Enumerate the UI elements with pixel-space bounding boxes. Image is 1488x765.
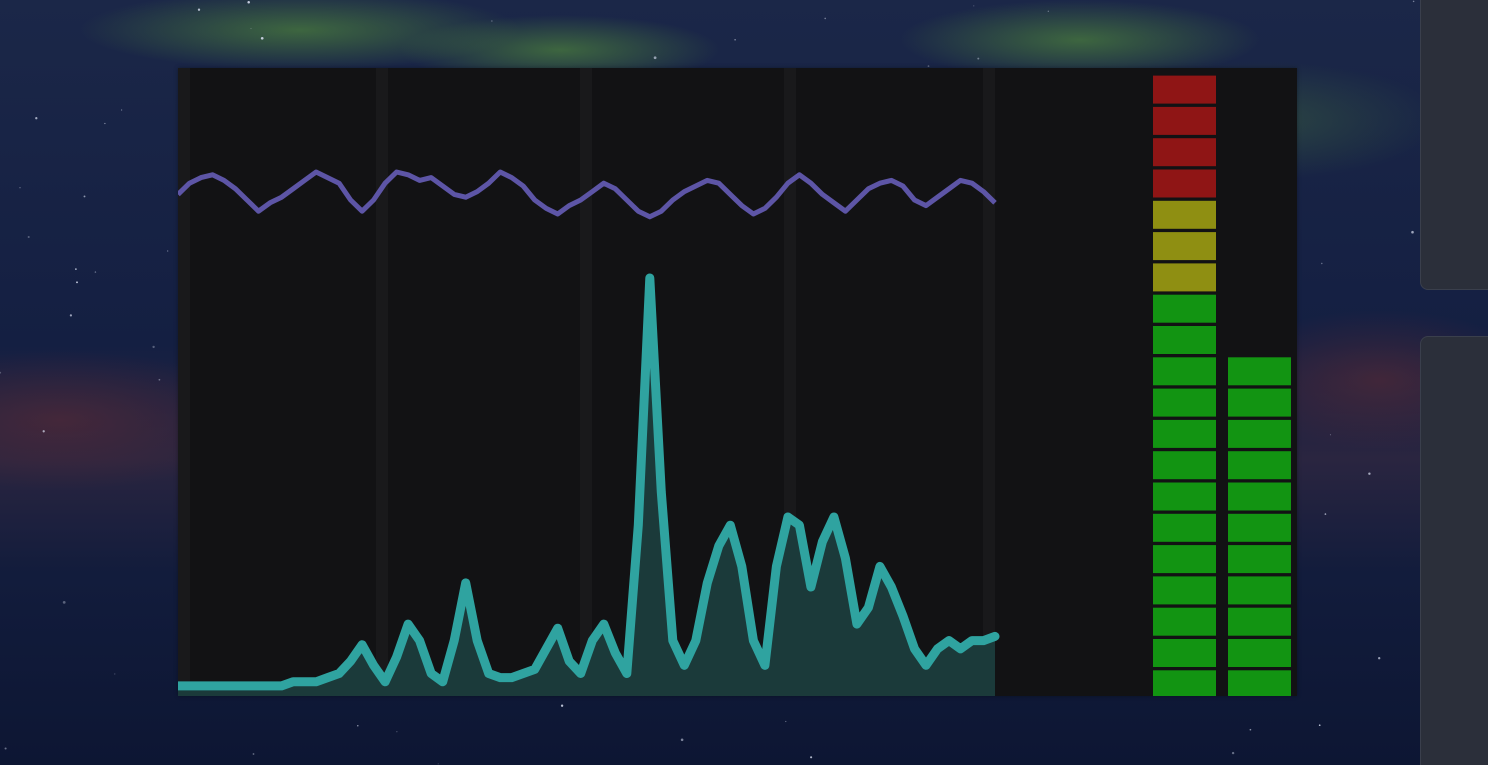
star [62,601,66,604]
meter-1-segment-16 [1153,200,1216,229]
meter-2-segment-4 [1228,576,1291,605]
star [491,20,493,22]
meter-1-segment-13 [1153,294,1216,323]
star [1378,657,1381,660]
star [94,271,97,273]
meter-1-segment-17 [1153,169,1216,198]
star [1412,0,1415,3]
star [120,109,123,111]
star [1318,724,1321,727]
meter-1-segment-9 [1153,419,1216,448]
meter-2-segment-2 [1228,639,1291,667]
meter-1-segment-11 [1153,357,1216,386]
star [27,235,30,239]
meter-1-segment-20 [1153,75,1216,104]
star [1321,262,1323,265]
star [19,187,21,189]
star [260,36,264,40]
meter-2-segment-7 [1228,482,1291,511]
meter-1-segment-5 [1153,545,1216,574]
column-shade-2 [376,68,388,696]
meter-2-segment-3 [1228,607,1291,636]
star [357,725,359,727]
star [247,1,250,4]
star [152,345,155,349]
star [1368,472,1371,475]
level-meter-1 [1153,75,1216,696]
star [35,117,38,120]
star [1231,751,1235,755]
star [734,39,736,41]
star [680,738,684,742]
star [42,430,45,433]
meter-1-segment-14 [1153,263,1216,292]
side-panel-card-bottom [1420,336,1488,765]
star [396,731,398,733]
meter-1-segment-2 [1153,639,1216,667]
meter-2-segment-1 [1228,670,1291,696]
star [927,65,930,67]
star [252,753,255,755]
star [560,704,564,707]
star [1324,513,1327,515]
star [4,747,7,750]
star [437,763,439,765]
column-shade-1 [178,68,190,696]
meter-2-segment-11 [1228,357,1291,386]
star [977,57,980,60]
audio-visualizer-panel [178,68,1297,696]
meter-1-segment-15 [1153,232,1216,261]
star [69,314,73,317]
star [824,17,826,20]
column-shade-3 [580,68,592,696]
meter-1-segment-8 [1153,451,1216,480]
meter-2-segment-10 [1228,388,1291,417]
star [810,756,813,759]
meter-2-segment-6 [1228,513,1291,542]
level-meters [1153,75,1291,696]
visualizer-scene [0,0,1488,765]
meter-1-segment-4 [1153,576,1216,605]
meter-1-segment-12 [1153,326,1216,354]
star [75,268,77,270]
star [250,28,252,30]
visualizer-chart [178,68,1291,696]
star [114,673,116,675]
meter-1-segment-10 [1153,388,1216,417]
star [83,195,86,198]
meter-1-segment-3 [1153,607,1216,636]
meter-1-segment-18 [1153,138,1216,167]
star [1047,10,1049,12]
star [973,5,975,7]
star [76,281,78,284]
star [1411,230,1414,234]
level-meter-2 [1228,357,1291,696]
star [197,8,201,11]
side-panel-card-top [1420,0,1488,290]
meter-1-segment-6 [1153,513,1216,542]
meter-2-segment-8 [1228,451,1291,480]
meter-1-segment-19 [1153,106,1216,135]
star [167,250,169,252]
star [1329,434,1332,436]
star [158,378,161,381]
meter-1-segment-1 [1153,670,1216,696]
star [653,56,657,60]
meter-1-segment-7 [1153,482,1216,511]
star [1249,728,1252,731]
meter-2-segment-5 [1228,545,1291,574]
star [104,122,106,125]
column-shade-5 [983,68,995,696]
meter-2-segment-9 [1228,419,1291,448]
star [785,720,787,723]
